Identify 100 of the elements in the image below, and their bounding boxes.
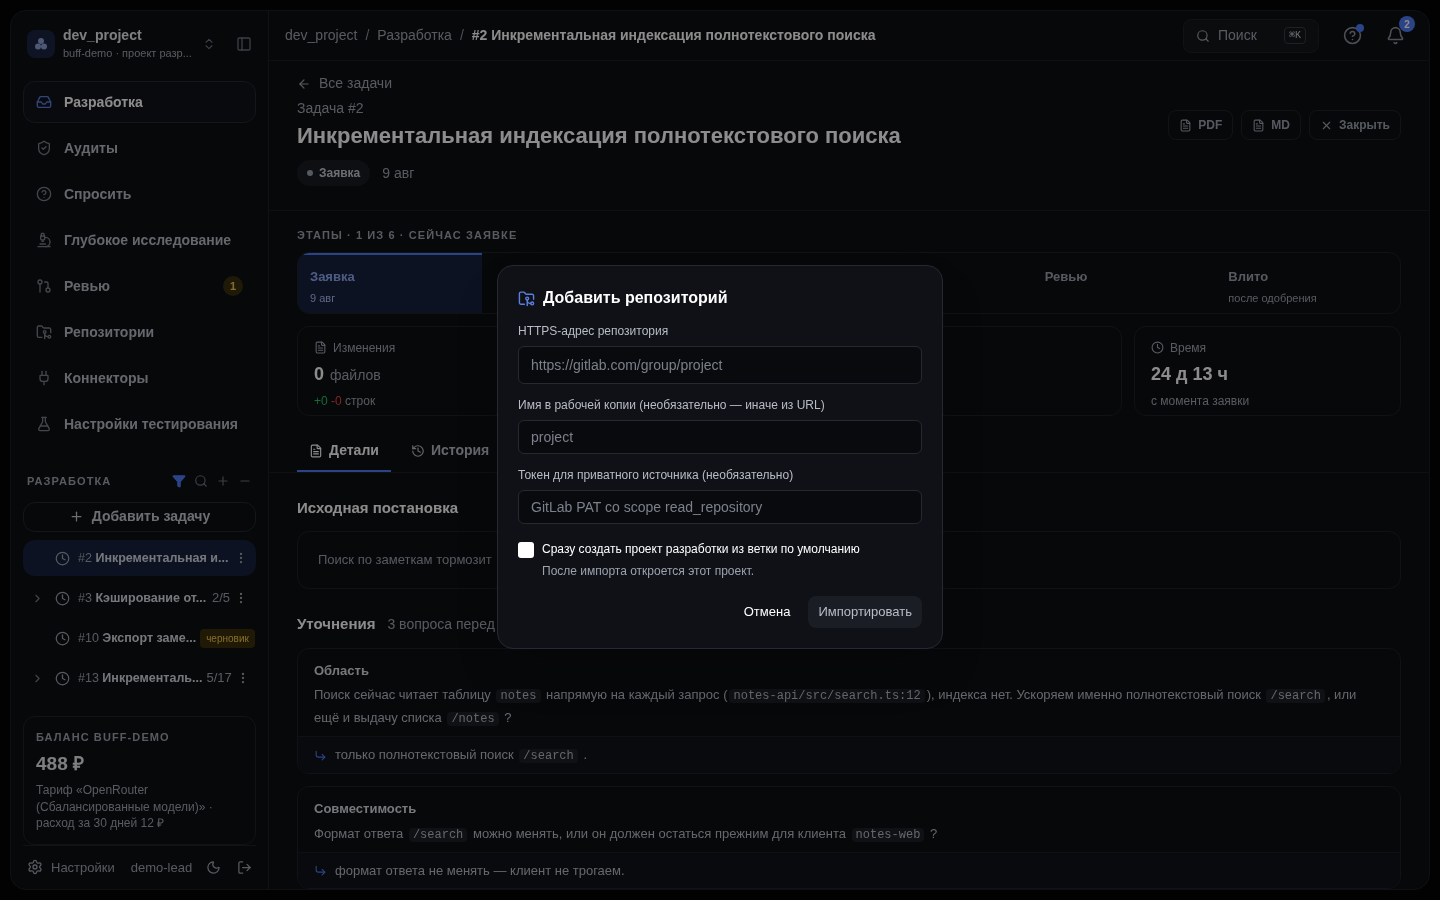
pull-request-icon (36, 278, 52, 294)
answer-text: только полнотекстовый поиск /search . (335, 746, 587, 765)
bell-icon[interactable] (1386, 26, 1405, 45)
back-link[interactable]: Все задачи (297, 73, 392, 94)
folder-icon (518, 289, 535, 307)
breadcrumb-separator: / (365, 26, 370, 45)
nav-item[interactable]: Настройки тестирования (23, 403, 256, 445)
clock-icon (1151, 341, 1164, 354)
inbox-icon (36, 94, 52, 110)
stat-value: 0 файлов (314, 362, 381, 386)
balance-note: Тариф «OpenRouter (Сбалансированные модели)» · расход за 30 дней 12 ₽ (36, 782, 214, 832)
stage-step[interactable]: Заявка 9 авг (298, 252, 482, 313)
task-date: 9 авг (382, 163, 415, 183)
toolbar-button[interactable]: PDF (1168, 110, 1234, 140)
input-field[interactable]: project (518, 420, 922, 454)
stage-name: Влито (1228, 267, 1270, 286)
task-title: Инкрементальная индексация полнотекстового поиска (297, 122, 902, 150)
document-icon (314, 341, 327, 354)
settings-link[interactable]: Настройки (51, 857, 115, 877)
help-icon (36, 186, 52, 202)
nav-item[interactable]: Спросить (23, 173, 256, 215)
reply-icon (314, 748, 327, 762)
toolbar-button[interactable]: MD (1241, 110, 1301, 140)
microscope-icon (36, 232, 52, 248)
shortcut-key: ⌘K (1283, 27, 1306, 44)
stat-label: Время (1170, 339, 1207, 357)
logout-icon[interactable] (237, 859, 252, 875)
clock-icon (55, 670, 70, 686)
add-icon[interactable] (216, 474, 230, 489)
stat-note: +0 -0 строк (314, 392, 376, 410)
balance-title: БАЛАНС BUFF-DEMO (36, 730, 171, 745)
checkbox[interactable] (518, 542, 534, 558)
clock-icon (55, 630, 70, 646)
search-icon (1196, 28, 1210, 43)
stat-value: 24 д 13 ч (1151, 362, 1228, 386)
import-button[interactable]: Импортировать (808, 596, 922, 628)
help-icon[interactable] (1343, 26, 1362, 45)
nav-item[interactable]: Аудиты (23, 127, 256, 169)
nav-item[interactable]: Ревью 1 (23, 265, 256, 307)
task-item[interactable]: #13 Инкременталь... 5/17 (23, 660, 256, 696)
clock-icon (55, 590, 70, 606)
task-item[interactable]: #10 Экспорт заме... черновик (23, 620, 256, 656)
notification-badge: 2 (1399, 16, 1415, 32)
history-icon (410, 443, 425, 458)
task-title: #3 Кэширование от... (78, 589, 208, 607)
cancel-button[interactable]: Отмена (733, 596, 801, 628)
nav-item[interactable]: Репозитории (23, 311, 256, 353)
checkbox-hint: После импорта откроется этот проект. (542, 563, 756, 580)
statement-text: Поиск по заметкам тормозит (318, 551, 492, 570)
dialog-title: Добавить репозиторий (543, 288, 728, 308)
stage-date: после одобрения (1228, 291, 1317, 306)
field-label: Имя в рабочей копии (необязательно — иначе из URL) (518, 397, 826, 414)
task-title: #13 Инкременталь... (78, 669, 203, 687)
shield-icon (36, 140, 52, 156)
plug-icon (36, 370, 52, 386)
nav-item[interactable]: Разработка (23, 81, 256, 123)
stage-step[interactable]: Влито после одобрения (1216, 252, 1400, 313)
section-title: РАЗРАБОТКА (27, 474, 113, 489)
moon-icon[interactable] (206, 859, 221, 875)
task-label: Задача #2 (297, 99, 365, 118)
user-name: demo-lead (130, 858, 194, 877)
balance-amount: 488 ₽ (36, 751, 85, 776)
field-label: HTTPS-адрес репозитория (518, 323, 670, 340)
question-title: Совместимость (314, 800, 418, 818)
input-field[interactable]: GitLab PAT со scope read_repository (518, 490, 922, 524)
draft-tag: черновик (200, 628, 255, 648)
folder-icon (36, 324, 52, 340)
task-item[interactable]: #3 Кэширование от... 2/5 (23, 580, 256, 616)
breadcrumb[interactable]: Разработка (377, 25, 452, 46)
document-icon (309, 443, 323, 458)
stat-note: с момента заявки (1151, 392, 1250, 410)
tab[interactable]: История (398, 431, 502, 472)
breadcrumb[interactable]: dev_project (285, 25, 358, 46)
flask-icon (36, 416, 52, 432)
nav-item[interactable]: Глубокое исследование (23, 219, 256, 261)
stage-name: Заявка (310, 267, 356, 286)
task-item[interactable]: #2 Инкрементальная и... (23, 540, 256, 576)
input-field[interactable]: https://gitlab.com/group/project (518, 346, 922, 384)
project-subtitle: buff-demo · проект разр... (63, 45, 193, 61)
settings-icon (27, 859, 43, 876)
stage-step[interactable]: Ревью (1032, 252, 1217, 313)
search-icon[interactable] (194, 474, 208, 489)
tab[interactable]: Детали (297, 431, 391, 472)
section-heading: Исходная постановка (297, 497, 459, 518)
progress-count: 2/5 (211, 589, 230, 608)
checkbox-label[interactable]: Сразу создать проект разработки из ветки по умолчанию (542, 540, 860, 558)
nav-item[interactable]: Коннекторы (23, 357, 256, 399)
sidebar-toggle-icon[interactable] (236, 36, 252, 52)
add-task-button[interactable]: Добавить задачу (23, 501, 256, 532)
search-field[interactable]: Поиск ⌘K (1183, 18, 1319, 53)
stat-label: Изменения (333, 339, 396, 357)
filter-icon[interactable] (172, 474, 186, 489)
project-name[interactable]: dev_project (63, 27, 194, 45)
section-subtitle: 3 вопроса перед (387, 615, 495, 634)
toolbar-button[interactable]: Закрыть (1308, 110, 1401, 140)
plus-icon (68, 509, 84, 525)
question-text: Поиск сейчас читает таблицу notes напрямую на каждый запрос ( notes-api/src/search.ts:12 ), индекса нет. Ускоряем именно полнотекстовый поиск /search , или ещё и выдачу списка /notes ? (314, 686, 1358, 728)
progress-count: 5/17 (206, 669, 232, 688)
reply-icon (314, 863, 327, 877)
question-text: Формат ответа /search можно менять, или он должен остаться прежним для клиента notes-web ? (314, 824, 939, 844)
